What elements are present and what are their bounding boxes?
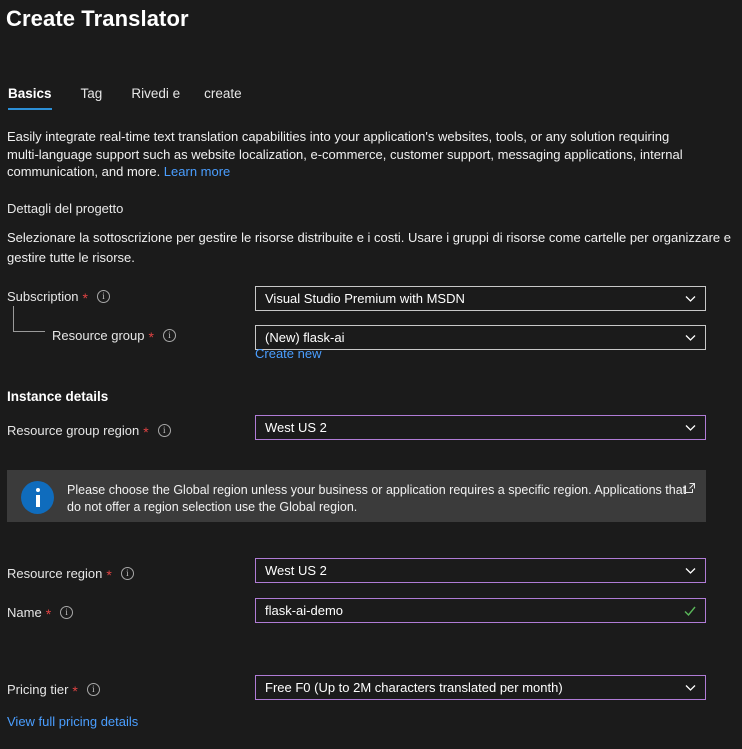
resource-region-label-text: Resource region bbox=[7, 566, 103, 581]
resource-group-region-dropdown[interactable]: West US 2 bbox=[255, 415, 706, 440]
tab-tag[interactable]: Tag bbox=[81, 86, 103, 110]
page-description-text: Easily integrate real-time text translat… bbox=[7, 129, 683, 179]
resource-group-region-value: West US 2 bbox=[265, 420, 327, 435]
required-asterisk: * bbox=[148, 328, 154, 345]
chevron-down-icon bbox=[684, 681, 697, 694]
resource-group-region-label: Resource group region * bbox=[7, 423, 171, 440]
instance-details-heading: Instance details bbox=[7, 389, 109, 404]
resource-group-region-row: Resource group region * West US 2 bbox=[0, 415, 742, 444]
tab-create[interactable]: create bbox=[204, 86, 242, 110]
info-icon[interactable] bbox=[86, 683, 100, 696]
subscription-dropdown[interactable]: Visual Studio Premium with MSDN bbox=[255, 286, 706, 311]
tab-bar: Basics Tag Rivedi e create bbox=[8, 86, 271, 110]
resource-group-label: Resource group * bbox=[52, 328, 176, 345]
project-details-description: Selezionare la sottoscrizione per gestir… bbox=[7, 230, 735, 265]
pricing-tier-value: Free F0 (Up to 2M characters translated … bbox=[265, 680, 563, 695]
learn-more-link[interactable]: Learn more bbox=[164, 164, 230, 179]
resource-group-region-label-text: Resource group region bbox=[7, 423, 140, 438]
pricing-tier-dropdown[interactable]: Free F0 (Up to 2M characters translated … bbox=[255, 675, 706, 700]
required-asterisk: * bbox=[45, 605, 52, 622]
tab-rivedi-e[interactable]: Rivedi e bbox=[131, 86, 180, 110]
resource-group-value: (New) flask-ai bbox=[265, 330, 345, 345]
page-description: Easily integrate real-time text translat… bbox=[7, 128, 683, 181]
resource-group-row: Resource group * (New) flask-ai bbox=[0, 325, 742, 350]
tab-basics[interactable]: Basics bbox=[8, 86, 52, 110]
name-input[interactable]: flask-ai-demo bbox=[255, 598, 706, 623]
required-asterisk: * bbox=[72, 682, 78, 699]
subscription-label: Subscription * bbox=[7, 289, 110, 306]
info-banner-text: Please choose the Global region unless y… bbox=[67, 483, 687, 514]
resource-group-dropdown[interactable]: (New) flask-ai bbox=[255, 325, 706, 350]
pricing-tier-label: Pricing tier * bbox=[7, 682, 100, 699]
name-row: Name * flask-ai-demo bbox=[0, 598, 742, 626]
info-icon[interactable] bbox=[97, 290, 110, 303]
chevron-down-icon bbox=[684, 292, 697, 305]
info-circle-icon bbox=[21, 481, 54, 514]
resource-region-row: Resource region * West US 2 bbox=[0, 558, 742, 587]
info-icon[interactable] bbox=[157, 424, 171, 437]
chevron-down-icon bbox=[684, 421, 697, 434]
pricing-tier-label-text: Pricing tier bbox=[7, 682, 69, 697]
subscription-label-text: Subscription bbox=[7, 289, 79, 304]
info-banner-text-wrap: Please choose the Global region unless y… bbox=[67, 481, 696, 516]
external-link-icon[interactable] bbox=[684, 482, 696, 494]
info-icon[interactable] bbox=[60, 606, 74, 619]
name-value: flask-ai-demo bbox=[265, 603, 344, 618]
subscription-row: Subscription * Visual Studio Premium wit… bbox=[0, 286, 742, 311]
subscription-value: Visual Studio Premium with MSDN bbox=[265, 291, 465, 306]
info-icon[interactable] bbox=[162, 329, 176, 342]
project-details-heading: Dettagli del progetto bbox=[7, 201, 124, 216]
name-label: Name * bbox=[7, 605, 74, 622]
info-banner: Please choose the Global region unless y… bbox=[7, 470, 706, 522]
resource-region-value: West US 2 bbox=[265, 563, 327, 578]
resource-group-label-text: Resource group bbox=[52, 328, 145, 343]
required-asterisk: * bbox=[143, 423, 149, 440]
chevron-down-icon bbox=[684, 564, 697, 577]
resource-region-dropdown[interactable]: West US 2 bbox=[255, 558, 706, 583]
name-label-text: Name bbox=[7, 605, 42, 620]
required-asterisk: * bbox=[106, 566, 112, 583]
valid-check-icon bbox=[683, 604, 697, 618]
create-new-link[interactable]: Create new bbox=[255, 346, 321, 361]
resource-region-label: Resource region * bbox=[7, 566, 134, 583]
pricing-tier-row: Pricing tier * Free F0 (Up to 2M charact… bbox=[0, 675, 742, 703]
view-full-pricing-details-link[interactable]: View full pricing details bbox=[7, 714, 138, 729]
info-icon[interactable] bbox=[120, 567, 134, 580]
page-title: Create Translator bbox=[6, 6, 189, 31]
required-asterisk: * bbox=[82, 289, 88, 306]
chevron-down-icon bbox=[684, 331, 697, 344]
